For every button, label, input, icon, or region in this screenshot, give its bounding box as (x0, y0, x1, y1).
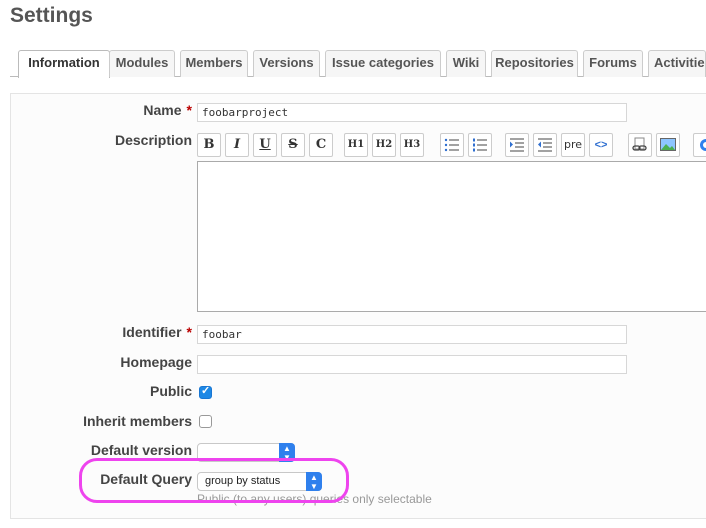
image-icon (660, 138, 676, 151)
outdent-icon (538, 138, 552, 152)
italic-button[interactable]: I (225, 133, 249, 157)
bold-button[interactable]: B (197, 133, 221, 157)
tab-activities[interactable]: Activities (648, 50, 706, 77)
tab-repositories[interactable]: Repositories (491, 50, 578, 77)
page-title: Settings (10, 4, 93, 27)
identifier-field[interactable] (197, 325, 627, 344)
code-block-button[interactable]: <> (589, 133, 613, 157)
tab-members[interactable]: Members (180, 50, 248, 77)
tab-bar: Information Modules Members Versions Iss… (10, 50, 706, 78)
tab-issue-categories[interactable]: Issue categories (325, 50, 441, 77)
public-checkbox[interactable] (199, 384, 212, 399)
tab-modules[interactable]: Modules (109, 50, 175, 77)
default-query-label: Default Query (100, 471, 192, 487)
strikethrough-button[interactable]: S (281, 133, 305, 157)
indent-icon (510, 138, 524, 152)
identifier-label: Identifier * (122, 324, 192, 340)
image-button[interactable] (656, 133, 680, 157)
public-label: Public (149, 383, 192, 399)
name-label: Name * (143, 102, 192, 118)
preformatted-button[interactable]: pre (561, 133, 585, 157)
link-icon (632, 137, 647, 151)
tab-wiki[interactable]: Wiki (446, 50, 486, 77)
inherit-members-label: Inherit members (83, 413, 192, 429)
heading-2-button[interactable]: H2 (372, 133, 396, 157)
inline-code-button[interactable]: C (309, 133, 333, 157)
default-query-select[interactable]: group by status ▲ ▼ (197, 472, 322, 491)
ordered-list-button[interactable] (468, 133, 492, 157)
chevron-updown-icon: ▲ ▼ (279, 443, 295, 462)
heading-3-button[interactable]: H3 (400, 133, 424, 157)
unordered-list-icon (444, 138, 459, 152)
tab-versions[interactable]: Versions (253, 50, 320, 77)
underline-button[interactable]: U (253, 133, 277, 157)
required-mark: * (186, 102, 192, 118)
name-field[interactable] (197, 103, 627, 122)
homepage-label: Homepage (120, 354, 192, 370)
chevron-updown-icon: ▲ ▼ (306, 472, 322, 491)
outdent-button[interactable] (533, 133, 557, 157)
indent-button[interactable] (505, 133, 529, 157)
required-mark: * (186, 324, 192, 340)
help-icon (699, 139, 706, 151)
default-version-label: Default version (90, 442, 192, 458)
description-label: Description (114, 132, 192, 148)
default-version-select[interactable]: ▲ ▼ (197, 443, 295, 462)
inherit-members-checkbox[interactable] (199, 415, 212, 428)
homepage-field[interactable] (197, 355, 627, 374)
default-query-hint: Public (to any users) queries only selec… (197, 492, 432, 506)
unordered-list-button[interactable] (440, 133, 464, 157)
tab-forums[interactable]: Forums (583, 50, 643, 77)
default-query-value: group by status (205, 475, 281, 487)
tab-information[interactable]: Information (18, 50, 110, 78)
ordered-list-icon (473, 138, 487, 152)
heading-1-button[interactable]: H1 (344, 133, 368, 157)
link-button[interactable] (628, 133, 652, 157)
help-button[interactable] (693, 133, 706, 157)
description-textarea[interactable] (197, 161, 706, 312)
